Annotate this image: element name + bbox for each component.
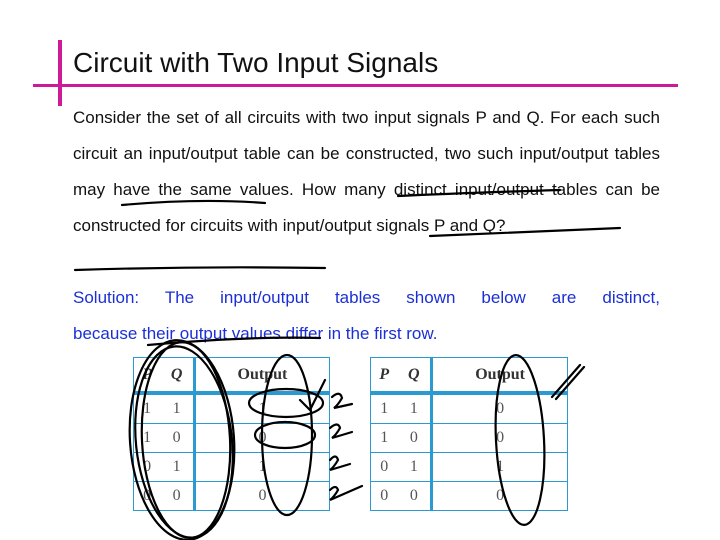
first-row-oval <box>247 387 325 419</box>
underline-stroke <box>73 266 327 272</box>
slide: Circuit with Two Input Signals Consider … <box>0 0 720 540</box>
arrow-stroke <box>550 363 586 401</box>
underline-stroke <box>428 226 622 238</box>
handwritten-2 <box>328 423 354 440</box>
underline-stroke <box>120 199 267 207</box>
handwritten-annotations <box>73 188 622 540</box>
output-column-oval <box>260 353 314 517</box>
handwritten-2 <box>330 392 354 410</box>
underline-stroke <box>396 188 562 198</box>
handwritten-2 <box>328 455 352 472</box>
handwritten-2 <box>328 484 364 502</box>
pq-column-oval <box>140 341 232 539</box>
output-column-oval-2 <box>494 354 546 526</box>
pq-column-oval <box>134 345 234 539</box>
second-row-oval <box>253 420 317 450</box>
